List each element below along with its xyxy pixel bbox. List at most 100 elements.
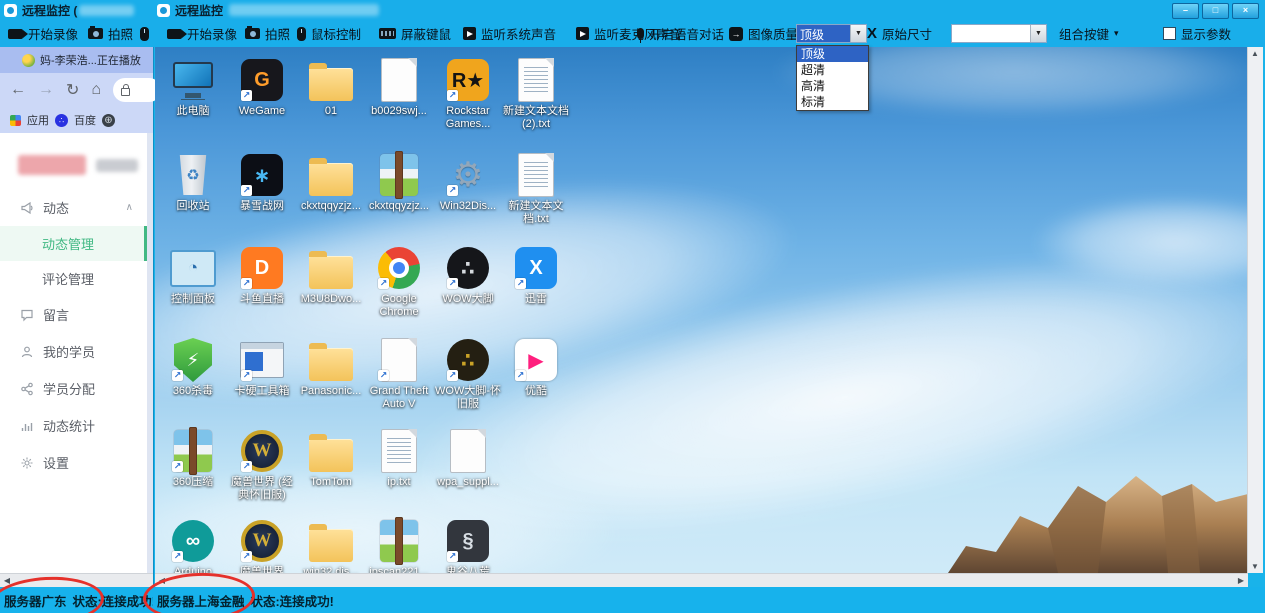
- voice-chat-button[interactable]: 开启语音对话: [637, 20, 724, 47]
- desktop-icon[interactable]: ◔控制面板: [160, 245, 226, 306]
- quality-option[interactable]: 标清: [797, 94, 868, 110]
- globe-icon[interactable]: ⊕: [102, 114, 115, 127]
- sidebar-item-student-assign[interactable]: 学员分配: [0, 370, 147, 407]
- scroll-down-icon[interactable]: ▼: [1248, 560, 1262, 573]
- desktop-icon[interactable]: win32 dis...: [298, 518, 364, 573]
- desktop-icon[interactable]: ip.txt: [366, 428, 432, 489]
- record-button[interactable]: 开始录像: [167, 20, 237, 47]
- sidebar-item-liuyan[interactable]: 留言: [0, 296, 147, 333]
- baidu-icon[interactable]: ∴: [55, 114, 68, 127]
- file-icon: ↗: [376, 337, 422, 383]
- block-keyboard-mouse-button[interactable]: 屏蔽键鼠: [379, 20, 451, 47]
- panel-icon: ◔: [170, 245, 216, 291]
- desktop-icon[interactable]: 新建文本文档.txt: [503, 152, 569, 226]
- expand-icon: X: [867, 27, 877, 41]
- shortcut-arrow-icon: ↗: [241, 370, 252, 381]
- sidebar-item-pinglun-guanli[interactable]: 评论管理: [0, 261, 147, 296]
- desktop-icon[interactable]: Panasonic...: [298, 337, 364, 398]
- quality-option[interactable]: 高清: [797, 78, 868, 94]
- desktop-icon[interactable]: 此电脑: [160, 57, 226, 118]
- desktop-icon[interactable]: b0029swj...: [366, 57, 432, 118]
- show-params-checkbox[interactable]: [1163, 27, 1176, 40]
- mouse-control-button-clipped[interactable]: [140, 20, 149, 47]
- desktop-icon[interactable]: ∴↗WOW大脚: [435, 245, 501, 306]
- desktop-icon[interactable]: ↗Google Chrome: [366, 245, 432, 319]
- photo-button[interactable]: 拍照: [245, 20, 290, 47]
- desktop-icon[interactable]: ▶↗优酷: [503, 337, 569, 398]
- desktop-icon[interactable]: G↗WeGame: [229, 57, 295, 118]
- right-vscrollbar[interactable]: ▲ ▼: [1247, 47, 1263, 573]
- remote-desktop-view[interactable]: 此电脑G↗WeGame01b0029swj...R★↗Rockstar Game…: [155, 47, 1248, 573]
- desktop-icon-label: ckxtqqyzjz...: [366, 200, 432, 213]
- shortcut-arrow-icon: ↗: [241, 461, 252, 472]
- apps-grid-icon[interactable]: [10, 115, 21, 126]
- gear-icon: [20, 456, 34, 470]
- record-button[interactable]: 开始录像: [8, 20, 78, 47]
- desktop-icon[interactable]: W↗魔兽世界: [229, 518, 295, 573]
- desktop-icon[interactable]: X↗迅雷: [503, 245, 569, 306]
- sidebar-item-settings[interactable]: 设置: [0, 444, 147, 481]
- desktop-icon[interactable]: wpa_suppl...: [435, 428, 501, 489]
- photo-button[interactable]: 拍照: [88, 20, 133, 47]
- desktop-icon[interactable]: ⚙↗Win32Dis...: [435, 152, 501, 213]
- desktop-icon-label: WOW大脚: [435, 293, 501, 306]
- mouse-control-button[interactable]: 鼠标控制: [297, 20, 361, 47]
- desktop-icon[interactable]: ipscan221...: [366, 518, 432, 573]
- scroll-right-icon[interactable]: ▶: [1234, 574, 1248, 587]
- desktop-icon[interactable]: ∗↗暴雪战网: [229, 152, 295, 213]
- combo-keys-button[interactable]: 组合按键 ▾: [1059, 20, 1119, 47]
- desktop-icon[interactable]: TomTom: [298, 428, 364, 489]
- chrome-icon: ↗: [376, 245, 422, 291]
- maximize-button[interactable]: □: [1202, 3, 1229, 19]
- bookmark-apps[interactable]: 应用: [27, 112, 49, 128]
- shortcut-arrow-icon: ↗: [378, 370, 389, 381]
- desktop-icon-label: 魔兽世界: [229, 566, 295, 573]
- sidebar-item-stats[interactable]: 动态统计: [0, 407, 147, 444]
- tile-icon: G↗: [239, 57, 285, 103]
- close-button[interactable]: ×: [1232, 3, 1259, 19]
- desktop-icon[interactable]: ∴↗WOW大脚-怀旧服: [435, 337, 501, 411]
- desktop-icon[interactable]: §↗鬼谷八荒: [435, 518, 501, 573]
- desktop-icon[interactable]: ⚡↗360杀毒: [160, 337, 226, 398]
- desktop-icon[interactable]: 01: [298, 57, 364, 118]
- collapse-caret-icon[interactable]: ∧: [126, 202, 133, 213]
- sidebar-item-dongtai-guanli[interactable]: 动态管理: [0, 226, 147, 261]
- desktop-icon[interactable]: ckxtqqyzjz...: [298, 152, 364, 213]
- quality-option[interactable]: 超清: [797, 62, 868, 78]
- listen-system-audio-button[interactable]: 监听系统声音: [463, 20, 556, 47]
- quality-combobox[interactable]: 顶级 ▼: [796, 24, 867, 43]
- desktop-icon[interactable]: ↗卡硬工具箱: [229, 337, 295, 398]
- desktop-icon[interactable]: ♻回收站: [160, 152, 226, 213]
- combo-arrow-icon[interactable]: ▼: [1030, 25, 1046, 42]
- desktop-icon[interactable]: R★↗Rockstar Games...: [435, 57, 501, 131]
- forward-icon[interactable]: →: [38, 81, 54, 99]
- bookmark-baidu[interactable]: 百度: [74, 112, 96, 128]
- desktop-icon[interactable]: ∞↗Arduino: [160, 518, 226, 573]
- refresh-icon[interactable]: ↻: [66, 80, 79, 100]
- combo-arrow-icon[interactable]: ▼: [850, 25, 866, 42]
- desktop-icon[interactable]: ↗Grand Theft Auto V: [366, 337, 432, 411]
- right-hscrollbar[interactable]: ◀ ▶: [155, 573, 1248, 588]
- redacted-username: [18, 155, 86, 175]
- back-icon[interactable]: ←: [10, 81, 26, 99]
- desktop-icon-label: M3U8Dwo...: [298, 293, 364, 306]
- desktop-icon[interactable]: D↗斗鱼直播: [229, 245, 295, 306]
- quality-option[interactable]: 顶级: [797, 46, 868, 62]
- minimize-button[interactable]: –: [1172, 3, 1199, 19]
- desktop-icon[interactable]: 新建文本文档 (2).txt: [503, 57, 569, 131]
- scroll-up-icon[interactable]: ▲: [1248, 47, 1262, 60]
- show-params-checkbox-row[interactable]: 显示参数: [1163, 20, 1231, 47]
- desktop-icon-label: ckxtqqyzjz...: [298, 200, 364, 213]
- desktop-icon[interactable]: ↗360压缩: [160, 428, 226, 489]
- desktop-icon[interactable]: W↗魔兽世界 (经典怀旧服): [229, 428, 295, 502]
- sidebar-item-dongtai[interactable]: 动态 ∧: [0, 189, 147, 226]
- desktop-icon[interactable]: ckxtqqyzjz...: [366, 152, 432, 213]
- home-icon[interactable]: ⌂: [91, 81, 101, 99]
- left-window-title: 远程监控 (: [22, 2, 77, 19]
- original-size-button[interactable]: X 原始尺寸: [867, 20, 932, 47]
- window-icon: ↗: [239, 337, 285, 383]
- size-combobox[interactable]: ▼: [951, 24, 1047, 43]
- desktop-icon[interactable]: M3U8Dwo...: [298, 245, 364, 306]
- browser-tab[interactable]: 妈-李荣浩...正在播放: [0, 47, 153, 73]
- sidebar-item-my-students[interactable]: 我的学员: [0, 333, 147, 370]
